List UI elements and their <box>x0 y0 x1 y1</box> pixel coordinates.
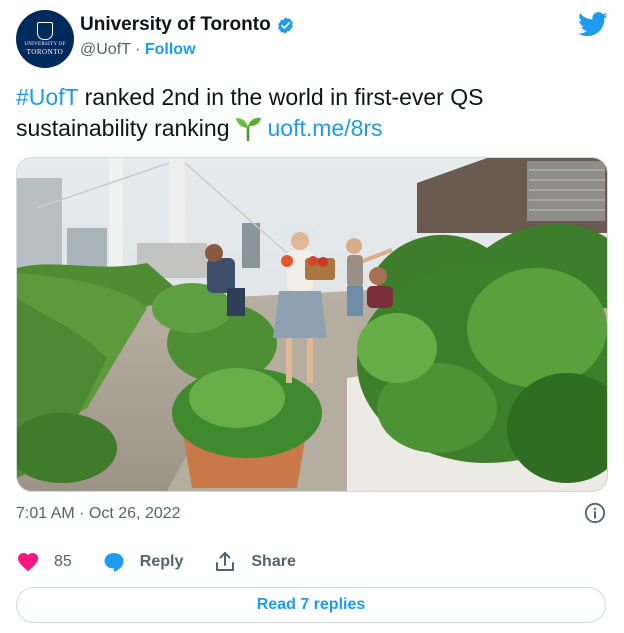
share-label: Share <box>251 553 296 570</box>
verified-badge-icon <box>277 16 293 34</box>
follow-button[interactable]: Follow <box>145 41 196 58</box>
handle[interactable]: @UofT <box>80 41 131 58</box>
read-replies-button[interactable]: Read 7 replies <box>16 587 606 623</box>
info-icon[interactable] <box>584 502 606 524</box>
handle-row: @UofT · Follow <box>80 41 196 59</box>
share-icon <box>216 552 235 571</box>
seedling-icon <box>235 117 261 141</box>
avatar-text-bottom: TORONTO <box>26 48 64 56</box>
reply-bubble-icon <box>104 553 124 572</box>
separator: · <box>135 41 141 58</box>
reply-button[interactable]: Reply <box>102 550 184 574</box>
author-name-row: University of Toronto <box>80 14 295 36</box>
crest-icon <box>37 22 53 40</box>
tweet-photo[interactable] <box>16 157 608 492</box>
tweet-actions: 85 Reply Share <box>16 550 326 574</box>
tweet-link[interactable]: uoft.me/8rs <box>268 115 383 141</box>
twitter-bird-icon[interactable] <box>578 12 608 37</box>
like-count: 85 <box>54 553 72 570</box>
display-name[interactable]: University of Toronto <box>80 14 271 36</box>
avatar[interactable]: UNIVERSITY OF TORONTO <box>16 10 74 68</box>
rooftop-garden-illustration <box>17 158 607 491</box>
reply-label: Reply <box>139 553 184 570</box>
share-button[interactable]: Share <box>213 550 296 574</box>
timestamp[interactable]: 7:01 AM · Oct 26, 2022 <box>16 505 181 523</box>
heart-icon <box>18 553 38 572</box>
like-button[interactable]: 85 <box>16 550 72 574</box>
tweet-text: #UofT ranked 2nd in the world in first-e… <box>16 82 608 144</box>
hashtag-link[interactable]: #UofT <box>16 84 78 110</box>
